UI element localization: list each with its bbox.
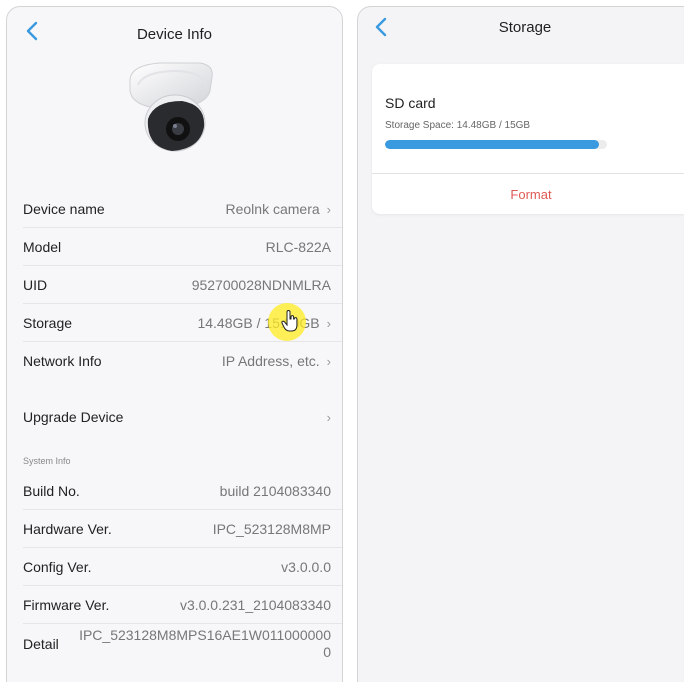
row-label: Model <box>23 239 62 255</box>
model-row: Model RLC-822A <box>7 228 342 266</box>
chevron-right-icon: › <box>326 409 331 425</box>
dome-camera-icon <box>129 62 213 152</box>
uid-value: 952700028NDNMLRA <box>191 277 331 293</box>
upgrade-device-row[interactable]: Upgrade Device › <box>7 398 342 436</box>
row-label: UID <box>23 277 48 293</box>
row-label: Storage <box>23 315 73 331</box>
chevron-right-icon: › <box>326 315 331 331</box>
sd-card-title: SD card <box>385 95 436 111</box>
device-info-screen: Device Info Device name Reolnk camera › <box>6 6 343 682</box>
detail-value: IPC_523128M8MPS16AE1W0110000000 <box>79 627 331 660</box>
device-info-navbar: Device Info <box>7 7 342 59</box>
config-ver-row: Config Ver. v3.0.0.0 <box>7 548 342 586</box>
row-label: Config Ver. <box>23 559 92 575</box>
storage-screen: Storage SD card Storage Space: 14.48GB /… <box>357 6 684 682</box>
chevron-right-icon: › <box>326 353 331 369</box>
row-label: Build No. <box>23 483 80 499</box>
chevron-right-icon: › <box>326 201 331 217</box>
row-label: Upgrade Device <box>23 409 124 425</box>
storage-usage-fill <box>385 140 600 149</box>
page-title: Storage <box>498 18 552 36</box>
format-button[interactable]: Format <box>372 174 684 214</box>
config-ver-value: v3.0.0.0 <box>281 559 331 575</box>
device-name-value: Reolnk camera <box>225 201 320 217</box>
network-info-row[interactable]: Network Info IP Address, etc. › <box>7 342 342 380</box>
row-label: Hardware Ver. <box>23 521 112 537</box>
storage-navbar: Storage <box>358 7 684 59</box>
sd-card-panel: SD card Storage Space: 14.48GB / 15GB Fo… <box>372 64 684 214</box>
system-info-header: System Info <box>23 456 71 466</box>
device-name-row[interactable]: Device name Reolnk camera › <box>7 190 342 228</box>
device-info-list: Device name Reolnk camera › Model RLC-82… <box>7 190 342 664</box>
row-label: Device name <box>23 201 105 217</box>
build-no-value: build 2104083340 <box>219 483 331 499</box>
row-label: Network Info <box>23 353 102 369</box>
camera-image <box>7 59 342 169</box>
page-title: Device Info <box>136 25 213 43</box>
hardware-ver-row: Hardware Ver. IPC_523128M8MP <box>7 510 342 548</box>
back-icon[interactable] <box>370 15 394 39</box>
model-value: RLC-822A <box>265 239 331 255</box>
firmware-ver-value: v3.0.0.231_2104083340 <box>179 597 331 613</box>
uid-row: UID 952700028NDNMLRA <box>7 266 342 304</box>
hardware-ver-value: IPC_523128M8MP <box>212 521 331 537</box>
network-info-value: IP Address, etc. <box>221 353 320 369</box>
firmware-ver-row: Firmware Ver. v3.0.0.231_2104083340 <box>7 586 342 624</box>
row-label: Firmware Ver. <box>23 597 110 613</box>
row-label: Detail <box>23 636 59 652</box>
storage-space-text: Storage Space: 14.48GB / 15GB <box>385 120 531 131</box>
detail-row: Detail IPC_523128M8MPS16AE1W0110000000 <box>7 624 342 664</box>
storage-usage-bar <box>385 140 607 149</box>
back-icon[interactable] <box>21 19 45 43</box>
build-no-row: Build No. build 2104083340 <box>7 472 342 510</box>
hand-pointer-icon <box>281 310 298 332</box>
